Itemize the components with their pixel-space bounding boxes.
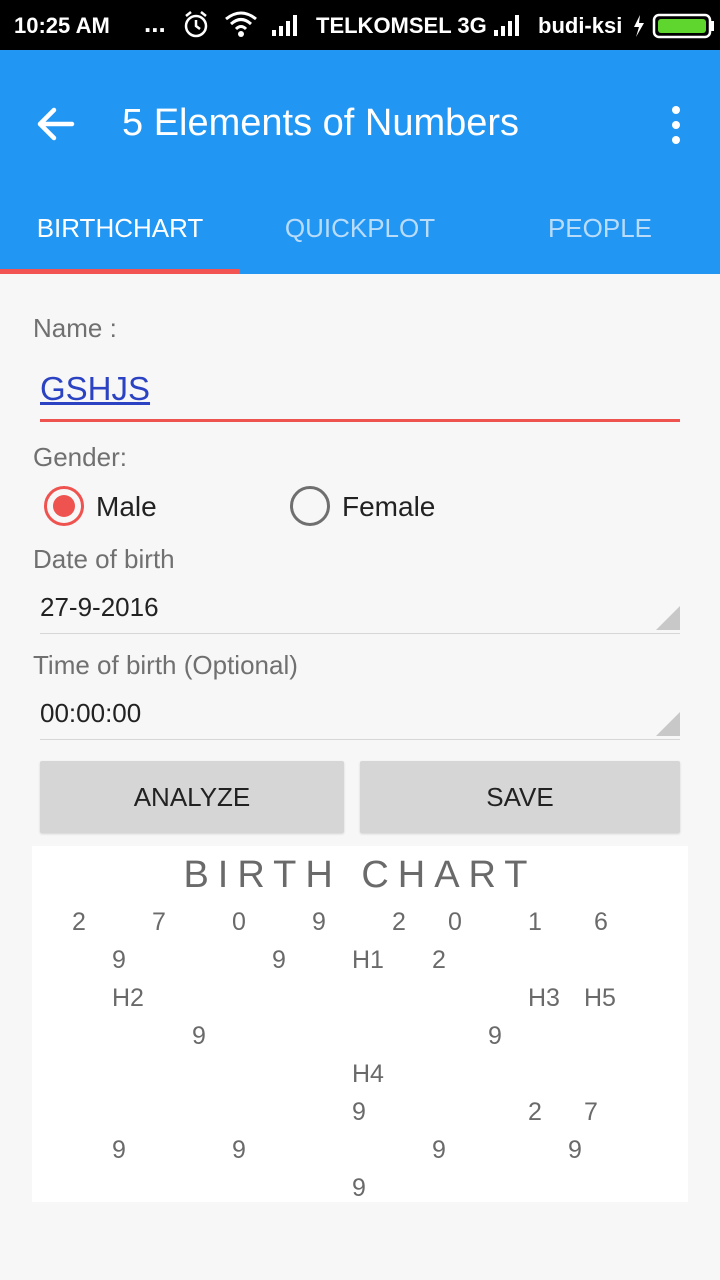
app-bar: 5 Elements of Numbers BIRTHCHART QUICKPL… [0,50,720,274]
tob-label: Time of birth (Optional) [33,650,298,680]
name-label: Name : [33,313,117,343]
chart-cell: 9 [352,1098,366,1126]
tab-indicator [0,269,240,274]
tab-quickplot[interactable]: QUICKPLOT [240,210,480,274]
tob-value: 00:00:00 [40,698,142,728]
tob-spinner[interactable]: 00:00:00 [40,692,680,740]
dropdown-corner-icon [656,712,680,736]
back-arrow-icon[interactable] [30,102,82,146]
dob-label: Date of birth [33,544,175,574]
chart-cell: 9 [112,946,126,974]
status-carrier-1: TELKOMSEL 3G [316,13,487,38]
radio-male-label[interactable]: Male [96,491,157,523]
name-value: GSHJS [40,370,151,407]
overflow-menu-icon[interactable] [660,102,692,148]
chart-cell: 9 [488,1022,502,1050]
signal-icon [272,15,297,36]
chart-cell: 2 [528,1098,542,1126]
chart-cell: H5 [584,984,616,1012]
status-carrier-2: budi-ksi [538,13,623,38]
wifi-icon [225,11,257,37]
birth-chart: BIRTH CHART 2 7 0 9 2 0 1 6 9 9 H1 2 H2 … [32,846,688,1202]
signal-icon [494,15,519,36]
radio-female-label[interactable]: Female [342,491,435,523]
chart-cell: 1 [528,908,542,936]
status-dots: ... [144,8,166,38]
page-title: 5 Elements of Numbers [122,102,520,144]
gender-label: Gender: [33,442,127,472]
chart-cell: H3 [528,984,560,1012]
status-bar: 10:25 AM ... TELKOMSEL 3G budi-ksi [0,0,720,50]
chart-cell: 9 [232,1136,246,1164]
chart-cell: 7 [584,1098,598,1126]
chart-cell: 0 [448,908,462,936]
save-button[interactable]: SAVE [360,761,680,833]
chart-cell: H2 [112,984,144,1012]
dob-value: 27-9-2016 [40,592,159,622]
status-time: 10:25 AM [14,13,110,38]
chart-cell: 0 [232,908,246,936]
chart-cell: 2 [72,908,86,936]
chart-cell: 2 [432,946,446,974]
chart-cell: 9 [272,946,286,974]
name-field[interactable]: GSHJS [40,366,680,422]
chart-cell: 9 [432,1136,446,1164]
alarm-icon [184,11,208,38]
tab-people[interactable]: PEOPLE [480,210,720,274]
radio-female[interactable] [290,486,330,526]
chart-cell: 9 [312,908,326,936]
battery-charging-icon [634,13,714,39]
dob-spinner[interactable]: 27-9-2016 [40,586,680,634]
chart-cell: 9 [352,1174,366,1202]
analyze-button[interactable]: ANALYZE [40,761,344,833]
chart-cell: 2 [392,908,406,936]
chart-cell: 9 [112,1136,126,1164]
radio-male[interactable] [44,486,84,526]
chart-cell: 9 [568,1136,582,1164]
chart-cell: H1 [352,946,384,974]
chart-cell: 9 [192,1022,206,1050]
dropdown-corner-icon [656,606,680,630]
chart-cell: 7 [152,908,166,936]
chart-cell: 6 [594,908,608,936]
birth-chart-title: BIRTH CHART [183,854,537,896]
chart-cell: H4 [352,1060,384,1088]
tab-birthchart[interactable]: BIRTHCHART [0,210,240,274]
